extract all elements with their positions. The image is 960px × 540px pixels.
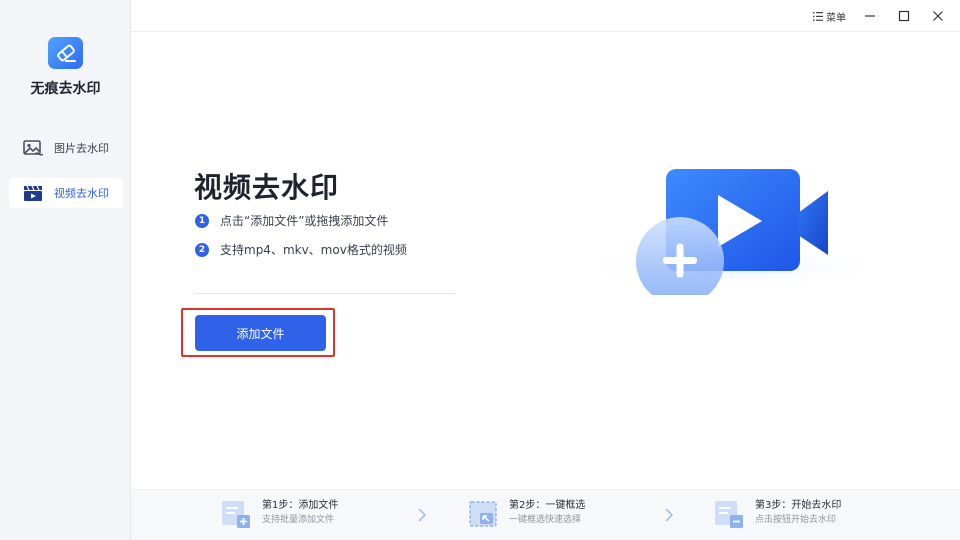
- chevron-right-icon: [418, 508, 427, 522]
- close-icon: [933, 11, 943, 21]
- close-button[interactable]: [928, 6, 948, 26]
- sidebar-item-label: 视频去水印: [54, 187, 109, 200]
- add-file-icon: [222, 501, 250, 528]
- bottom-step-title: 第1步：添加文件: [262, 500, 339, 511]
- sidebar-item-image-watermark[interactable]: 图片去水印: [9, 133, 123, 163]
- sidebar-item-label: 图片去水印: [54, 142, 109, 155]
- bottom-step-1: 第1步：添加文件 支持批量添加文件: [220, 499, 338, 529]
- steps-bar: 第1步：添加文件 支持批量添加文件 第2步：一键框选 一键框选快速选择 第3步：…: [131, 489, 960, 540]
- instruction-text: 点击“添加文件”或拖拽添加文件: [220, 214, 389, 228]
- step-number-badge: 2: [195, 242, 209, 257]
- instruction-text: 支持mp4、mkv、mov格式的视频: [220, 243, 407, 257]
- page-title: 视频去水印: [194, 171, 340, 204]
- maximize-button[interactable]: [894, 6, 914, 26]
- image-icon: [22, 139, 44, 157]
- select-area-icon: [469, 501, 497, 527]
- bottom-step-2: 第2步：一键框选 一键框选快速选择: [467, 499, 585, 529]
- app-logo: [48, 37, 83, 69]
- instruction-step-1: 1 点击“添加文件”或拖拽添加文件: [195, 212, 388, 229]
- bottom-step-3: 第3步：开始去水印 点击按钮开始去水印: [713, 499, 841, 529]
- bottom-step-desc: 支持批量添加文件: [262, 515, 335, 525]
- title-bar: 菜单: [131, 0, 960, 32]
- remove-file-icon: [715, 501, 743, 528]
- bottom-step-desc: 点击按钮开始去水印: [755, 515, 837, 525]
- add-file-button[interactable]: 添加文件: [195, 315, 326, 351]
- menu-label: 菜单: [826, 12, 846, 24]
- video-camera-illustration: [570, 169, 890, 295]
- list-icon: [813, 11, 823, 21]
- step-number-badge: 1: [195, 213, 209, 228]
- minimize-icon: [865, 15, 875, 17]
- app-name: 无痕去水印: [30, 81, 101, 97]
- video-clapper-icon: [22, 184, 44, 202]
- sidebar: 无痕去水印 图片去水印 视频去水印: [0, 0, 131, 540]
- instruction-step-2: 2 支持mp4、mkv、mov格式的视频: [195, 241, 407, 258]
- eraser-icon: [56, 44, 76, 62]
- bottom-step-desc: 一键框选快速选择: [509, 515, 582, 525]
- sidebar-item-video-watermark[interactable]: 视频去水印: [9, 178, 123, 208]
- maximize-icon: [898, 10, 910, 22]
- bottom-step-title: 第3步：开始去水印: [755, 500, 842, 511]
- menu-button[interactable]: 菜单: [813, 8, 846, 24]
- bottom-step-title: 第2步：一键框选: [509, 500, 586, 511]
- divider: [194, 293, 455, 294]
- minimize-button[interactable]: [860, 6, 880, 26]
- chevron-right-icon: [665, 508, 674, 522]
